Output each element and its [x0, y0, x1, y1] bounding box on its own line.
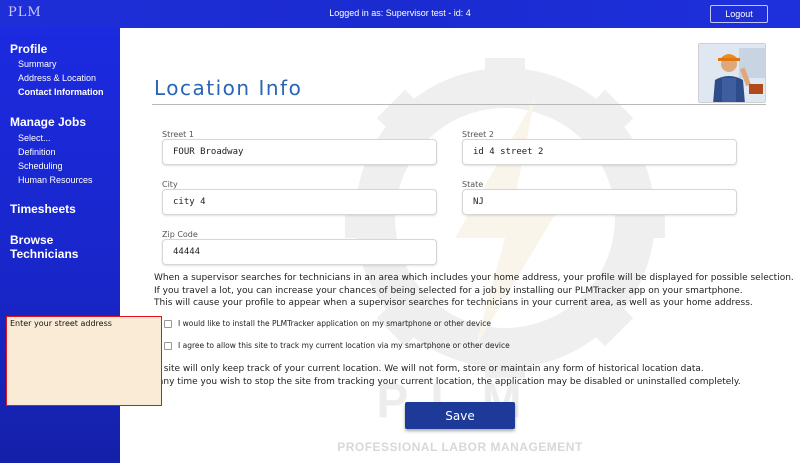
info-line: If you travel a lot, you can increase yo… — [154, 285, 743, 296]
track-location-checkbox[interactable] — [164, 341, 172, 350]
avatar — [698, 43, 766, 103]
track-location-checkbox-row: I agree to allow this site to track my c… — [164, 341, 510, 350]
street2-label: Street 2 — [462, 130, 494, 139]
sidebar-item-human-resources[interactable]: Human Resources — [18, 175, 93, 185]
sidebar-item-address-location[interactable]: Address & Location — [18, 73, 96, 83]
main-content: PLM PROFESSIONAL LABOR MANAGEMENT Locati… — [120, 28, 800, 463]
sidebar-item-contact-information[interactable]: Contact Information — [18, 87, 104, 97]
info-line: at any time you wish to stop the site fr… — [146, 376, 741, 387]
sidebar-section-timesheets[interactable]: Timesheets — [10, 202, 76, 216]
logged-in-status: Logged in as: Supervisor test - id: 4 — [329, 8, 471, 18]
location-info-text: When a supervisor searches for technicia… — [154, 272, 794, 310]
zip-label: Zip Code — [162, 230, 198, 239]
zip-input[interactable]: 44444 — [162, 239, 437, 265]
sidebar-section-profile[interactable]: Profile — [10, 42, 47, 56]
sidebar-section-manage-jobs[interactable]: Manage Jobs — [10, 115, 86, 129]
sidebar-item-select[interactable]: Select... — [18, 133, 51, 143]
logout-button[interactable]: Logout — [710, 5, 768, 23]
sidebar-item-summary[interactable]: Summary — [18, 59, 57, 69]
street1-label: Street 1 — [162, 130, 194, 139]
sidebar-item-definition[interactable]: Definition — [18, 147, 56, 157]
save-button[interactable]: Save — [405, 402, 515, 429]
install-app-checkbox-label: I would like to install the PLMTracker a… — [178, 319, 491, 328]
state-input[interactable]: NJ — [462, 189, 737, 215]
city-label: City — [162, 180, 178, 189]
track-location-checkbox-label: I agree to allow this site to track my c… — [178, 341, 510, 350]
install-app-checkbox-row: I would like to install the PLMTracker a… — [164, 319, 491, 328]
watermark-text: PROFESSIONAL LABOR MANAGEMENT — [337, 440, 583, 454]
street-address-tooltip: Enter your street address — [6, 316, 162, 406]
city-input[interactable]: city 4 — [162, 189, 437, 215]
install-app-checkbox[interactable] — [164, 319, 172, 328]
sidebar-section-browse-technicians[interactable]: Browse Technicians — [10, 233, 110, 261]
street1-input[interactable]: FOUR Broadway — [162, 139, 437, 165]
street2-input[interactable]: id 4 street 2 — [462, 139, 737, 165]
tracking-info-text: our site will only keep track of your cu… — [146, 363, 741, 388]
info-line: This will cause your profile to appear w… — [154, 298, 753, 308]
info-line: When a supervisor searches for technicia… — [154, 273, 794, 283]
sidebar-item-scheduling[interactable]: Scheduling — [18, 161, 63, 171]
info-line: our site will only keep track of your cu… — [146, 364, 704, 374]
technician-photo-icon — [699, 44, 765, 102]
state-label: State — [462, 180, 484, 189]
top-bar: PLM Logged in as: Supervisor test - id: … — [0, 0, 800, 28]
page-title: Location Info — [154, 76, 303, 100]
title-divider — [152, 104, 766, 105]
